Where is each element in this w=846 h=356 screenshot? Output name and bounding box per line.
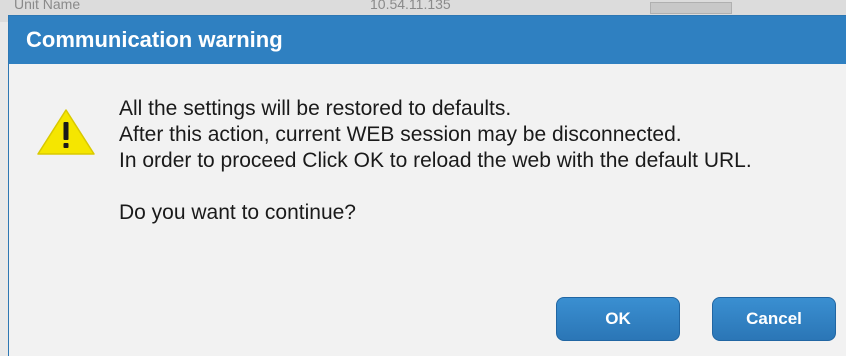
background-control xyxy=(650,2,732,14)
ok-button[interactable]: OK xyxy=(556,297,680,341)
dialog-message: All the settings will be restored to def… xyxy=(119,96,839,226)
background-column-ip: 10.54.11.135 xyxy=(370,0,451,12)
background-column-unit-name: Unit Name xyxy=(14,0,81,12)
dialog-title: Communication warning xyxy=(26,26,283,52)
message-line-3: In order to proceed Click OK to reload t… xyxy=(119,149,752,172)
dialog-titlebar: Communication warning xyxy=(9,16,846,64)
dialog-question: Do you want to continue? xyxy=(119,201,356,224)
cancel-button[interactable]: Cancel xyxy=(712,297,836,341)
communication-warning-dialog: Communication warning All the settings w… xyxy=(8,15,846,356)
message-line-1: All the settings will be restored to def… xyxy=(119,97,512,120)
warning-triangle-icon xyxy=(37,109,95,155)
message-line-2: After this action, current WEB session m… xyxy=(119,123,682,146)
